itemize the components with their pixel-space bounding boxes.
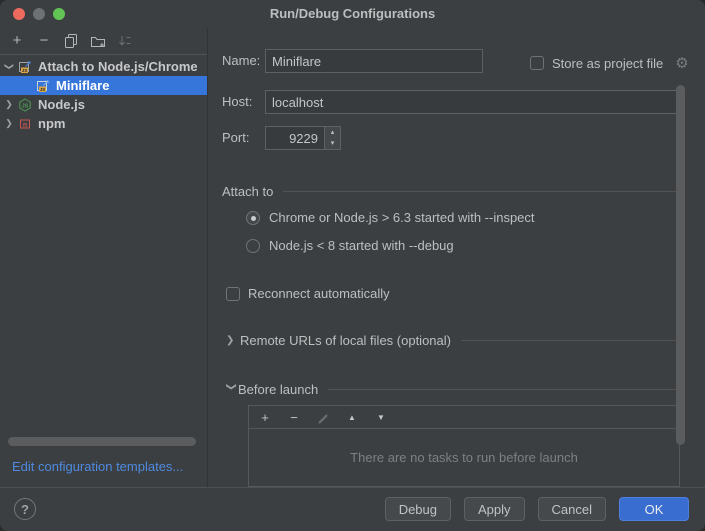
new-folder-icon[interactable] [90,33,106,49]
titlebar: Run/Debug Configurations [0,0,705,28]
name-label: Name: [222,49,260,73]
radio-nodejs-debug[interactable] [246,239,260,253]
name-input[interactable] [265,49,483,73]
section-divider [328,389,680,390]
section-divider [283,191,680,192]
help-icon[interactable]: ? [14,498,36,520]
svg-text:n: n [23,121,27,128]
nodejs-icon: JS [18,98,34,112]
chevron-collapsed-icon: ❯ [0,118,18,129]
section-divider [461,340,680,341]
tree-item-label: npm [38,116,65,131]
form-vertical-scrollbar[interactable] [676,85,685,445]
tree-item-label: Node.js [38,97,85,112]
dialog-footer: ? Debug Apply Cancel OK [0,487,705,531]
before-launch-toolbar: + − ▲ ▼ [249,406,679,429]
debug-button[interactable]: Debug [385,497,451,521]
tree-item-miniflare-selected[interactable]: JS Miniflare [0,76,207,95]
svg-text:JS: JS [22,68,28,73]
before-launch-panel: + − ▲ ▼ There are no tasks to run before… [248,405,680,487]
run-debug-configurations-dialog: Run/Debug Configurations + − [0,0,705,531]
close-window-button[interactable] [13,8,25,20]
chevron-expanded-icon: ❯ [4,58,15,76]
port-decrement-button[interactable]: ▾ [325,138,340,149]
reconnect-automatically-label: Reconnect automatically [248,286,390,301]
apply-button[interactable]: Apply [464,497,525,521]
sidebar-horizontal-scrollbar[interactable] [8,437,196,446]
before-launch-section-label[interactable]: Before launch [238,382,318,397]
remove-configuration-icon[interactable]: − [36,33,52,49]
attach-to-section-label: Attach to [222,184,273,199]
tree-item-attach-to-nodejs-chrome[interactable]: ❯ JS Attach to Node.js/Chrome [0,57,207,76]
minimize-window-button [33,8,45,20]
host-label: Host: [222,90,252,114]
port-input[interactable] [265,126,325,150]
tree-item-label: Attach to Node.js/Chrome [38,59,198,74]
copy-configuration-icon[interactable] [63,33,79,49]
attach-nodejs-icon: JS [36,79,52,93]
gear-icon[interactable]: ⚙ [675,54,688,72]
edit-task-icon[interactable] [316,410,330,424]
zoom-window-button[interactable] [53,8,65,20]
attach-nodejs-icon: JS [18,60,34,74]
move-task-down-icon[interactable]: ▼ [374,410,388,424]
radio-label: Chrome or Node.js > 6.3 started with --i… [269,210,535,225]
npm-icon: n [18,117,34,131]
configurations-sidebar: + − ❯ [0,28,208,487]
host-input[interactable] [265,90,677,114]
traffic-lights [13,8,65,20]
sidebar-toolbar: + − [0,28,207,55]
radio-label: Node.js < 8 started with --debug [269,238,454,253]
radio-chrome-or-nodejs-inspect[interactable] [246,211,260,225]
svg-text:JS: JS [22,103,29,109]
port-label: Port: [222,126,249,150]
reconnect-automatically-checkbox[interactable] [226,287,240,301]
remote-urls-section-label[interactable]: Remote URLs of local files (optional) [240,333,451,348]
footer-buttons: Debug Apply Cancel OK [385,497,689,521]
sort-configurations-icon[interactable] [117,33,133,49]
tree-item-npm[interactable]: ❯ n npm [0,114,207,133]
edit-configuration-templates-link[interactable]: Edit configuration templates... [12,459,183,474]
store-as-project-file-label: Store as project file [552,56,663,71]
chevron-collapsed-icon[interactable]: ❯ [226,335,240,346]
configuration-tree: ❯ JS Attach to Node.js/Chrome [0,57,207,133]
store-as-project-file-checkbox[interactable] [530,56,544,70]
svg-text:JS: JS [40,87,46,92]
ok-button[interactable]: OK [619,497,689,521]
move-task-up-icon[interactable]: ▲ [345,410,359,424]
port-increment-button[interactable]: ▴ [325,127,340,138]
before-launch-empty-text: There are no tasks to run before launch [249,429,679,486]
tree-item-nodejs[interactable]: ❯ JS Node.js [0,95,207,114]
port-stepper: ▴ ▾ [324,126,341,150]
remove-task-icon[interactable]: − [287,410,301,424]
add-configuration-icon[interactable]: + [9,33,25,49]
configuration-form: Name: Store as project file ⚙ Host: Port… [209,28,705,487]
add-task-icon[interactable]: + [258,410,272,424]
chevron-collapsed-icon: ❯ [0,99,18,110]
window-title: Run/Debug Configurations [0,0,705,28]
chevron-expanded-icon[interactable]: ❯ [226,383,237,397]
cancel-button[interactable]: Cancel [538,497,606,521]
tree-item-label: Miniflare [56,78,109,93]
